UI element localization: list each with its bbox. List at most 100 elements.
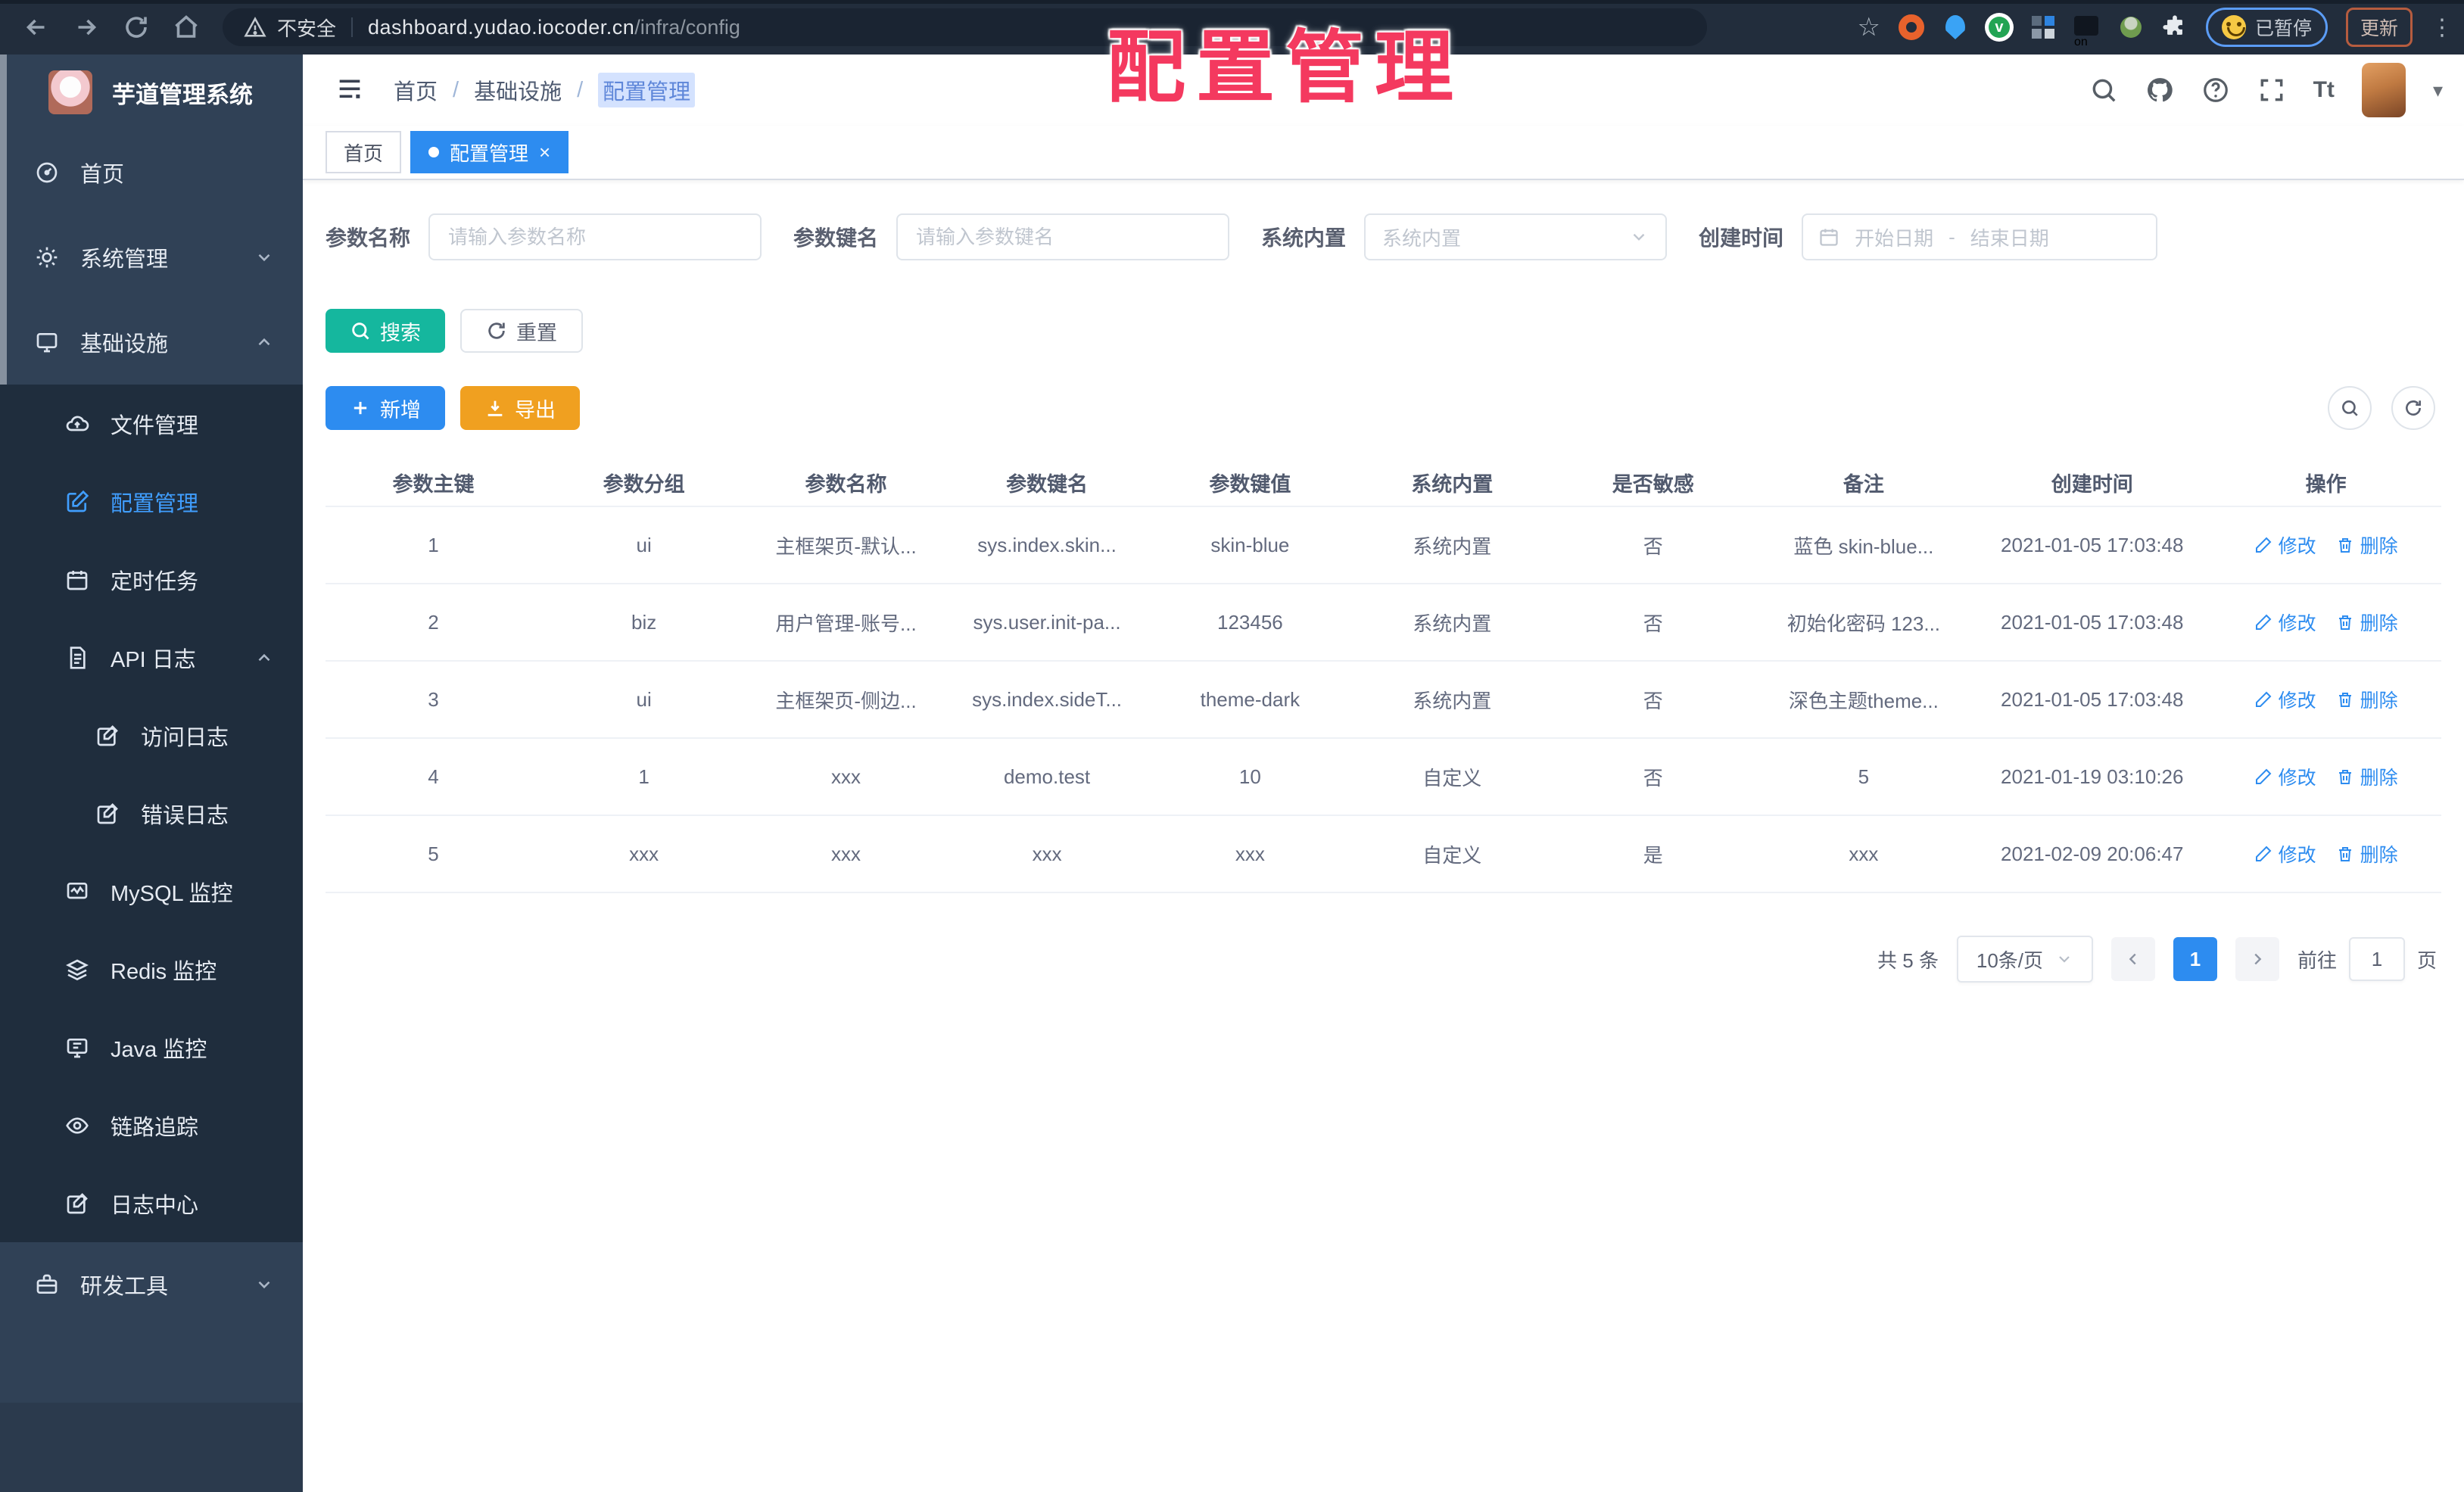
search-icon[interactable] [2089,76,2118,104]
goto-label: 前往 [2297,948,2337,972]
bookmark-star-icon[interactable]: ☆ [1857,14,1880,40]
chevron-left-icon [2129,953,2136,965]
table-row: 1 ui 主框架页-默认... sys.index.skin... skin-b… [326,507,2441,584]
extension-icon-grid[interactable] [2030,14,2056,40]
sidebar-item-trace[interactable]: 链路追踪 [0,1086,303,1164]
chevron-down-icon [258,254,270,262]
browser-update-button[interactable]: 更新 [2345,8,2413,47]
app-shell: 芋道管理系统 首页 系统管理 基础设施 文件管理 配置管理 定时任务 API 日… [0,55,2464,1492]
delete-link[interactable]: 删除 [2336,609,2398,636]
monitor-icon [36,333,58,353]
table-header-row: 参数主键 参数分组 参数名称 参数键名 参数键值 系统内置 是否敏感 备注 创建… [326,459,2441,507]
extension-icon-orange[interactable] [1898,14,1924,40]
breadcrumb-infrastructure[interactable]: 基础设施 [474,74,562,106]
sidebar-item-system[interactable]: 系统管理 [0,215,303,300]
sidebar-item-error-log[interactable]: 错误日志 [0,774,303,852]
create-time-label: 创建时间 [1699,226,1784,250]
eye-icon [66,1117,89,1134]
user-avatar[interactable] [2361,63,2406,117]
start-date-placeholder: 开始日期 [1855,226,1934,250]
page-content: 参数名称 参数键名 系统内置 系统内置 创建时间 [303,180,2464,1492]
edit-link[interactable]: 修改 [2254,763,2316,790]
export-button[interactable]: 导出 [460,386,580,430]
goto-page-input[interactable] [2348,937,2405,981]
paused-label: 已暂停 [2254,18,2312,39]
breadcrumb: 首页 / 基础设施 / 配置管理 [394,73,696,107]
sidebar-item-scheduled-jobs[interactable]: 定时任务 [0,540,303,618]
sidebar-item-mysql-monitor[interactable]: MySQL 监控 [0,852,303,930]
address-separator [351,17,354,37]
toggle-search-button[interactable] [2328,386,2372,430]
sidebar-item-api-log[interactable]: API 日志 [0,618,303,696]
reset-button[interactable]: 重置 [460,309,583,353]
extensions-puzzle-icon[interactable] [2162,14,2188,40]
breadcrumb-home[interactable]: 首页 [394,74,438,106]
delete-link[interactable]: 删除 [2336,686,2398,713]
sidebar-item-dev-tools[interactable]: 研发工具 [0,1242,303,1327]
github-icon[interactable] [2145,76,2174,104]
pencil-icon [2255,846,2271,861]
delete-link[interactable]: 删除 [2336,763,2398,790]
edit-link[interactable]: 修改 [2254,531,2316,559]
font-size-icon[interactable]: Tt [2313,77,2335,103]
app-logo[interactable]: 芋道管理系统 [0,55,303,130]
logo-avatar [48,70,92,114]
add-button[interactable]: 新增 [326,386,445,430]
create-time-range-picker[interactable]: 开始日期 - 结束日期 [1802,213,2158,260]
fullscreen-icon[interactable] [2257,76,2286,104]
tab-config-management[interactable]: 配置管理 × [410,131,569,173]
url-path: /infra/config [634,15,740,39]
param-key-input[interactable] [896,213,1230,260]
sidebar-item-home[interactable]: 首页 [0,130,303,215]
search-actions: 搜索 重置 [326,309,2441,353]
breadcrumb-separator: / [453,77,459,102]
chevron-down-icon [2059,956,2070,963]
search-button[interactable]: 搜索 [326,309,445,353]
next-page-button[interactable] [2235,937,2279,981]
sidebar-item-redis-monitor[interactable]: Redis 监控 [0,930,303,1008]
sidebar-item-java-monitor[interactable]: Java 监控 [0,1008,303,1086]
delete-link[interactable]: 删除 [2336,531,2398,559]
sidebar-item-file-management[interactable]: 文件管理 [0,385,303,463]
timer-icon [67,570,88,590]
sidebar-item-config-management[interactable]: 配置管理 [0,463,303,540]
sidebar-item-infrastructure[interactable]: 基础设施 [0,300,303,385]
delete-link[interactable]: 删除 [2336,840,2398,867]
chevron-up-icon [258,338,270,346]
extension-icon-pin[interactable] [1942,14,1968,40]
tab-home[interactable]: 首页 [326,131,402,173]
search-icon [2342,400,2358,416]
table-row: 5 xxx xxx xxx xxx 自定义 是 xxx 2021-02-09 2… [326,816,2441,893]
paused-extension-pill[interactable]: 已暂停 [2205,8,2328,47]
browser-menu-kebab-icon[interactable]: ⋮ [2431,16,2453,39]
system-builtin-select[interactable]: 系统内置 [1364,213,1668,260]
header-actions: Tt ▾ [2089,63,2443,117]
prev-page-button[interactable] [2110,937,2155,981]
param-name-input[interactable] [428,213,762,260]
dashboard-icon [36,162,58,183]
config-table: 参数主键 参数分组 参数名称 参数键名 参数键值 系统内置 是否敏感 备注 创建… [326,459,2441,893]
extension-icon-person[interactable] [2118,14,2144,40]
edit-link[interactable]: 修改 [2254,840,2316,867]
page-size-select[interactable]: 10条/页 [1956,936,2093,983]
help-icon[interactable] [2201,76,2230,104]
layers-icon [66,959,89,980]
current-page-button[interactable]: 1 [2173,937,2217,981]
extension-icon-on-badge[interactable]: on [2073,14,2100,48]
sidebar-item-access-log[interactable]: 访问日志 [0,696,303,774]
home-icon[interactable] [173,14,200,41]
address-bar[interactable]: 不安全 dashboard.yudao.iocoder.cn/infra/con… [223,8,1707,46]
forward-icon[interactable] [73,14,100,41]
breadcrumb-separator: / [577,77,584,102]
refresh-table-button[interactable] [2391,386,2435,430]
back-icon[interactable] [23,14,50,41]
sidebar-item-log-center[interactable]: 日志中心 [0,1164,303,1242]
refresh-icon[interactable] [123,14,150,41]
edit-link[interactable]: 修改 [2254,686,2316,713]
collapse-sidebar-icon[interactable] [335,75,365,105]
close-icon[interactable]: × [539,142,550,162]
smiley-face-icon [2221,15,2246,39]
extension-icon-green-check[interactable]: v [1986,14,2012,40]
avatar-caret-icon[interactable]: ▾ [2433,79,2443,102]
edit-link[interactable]: 修改 [2254,609,2316,636]
